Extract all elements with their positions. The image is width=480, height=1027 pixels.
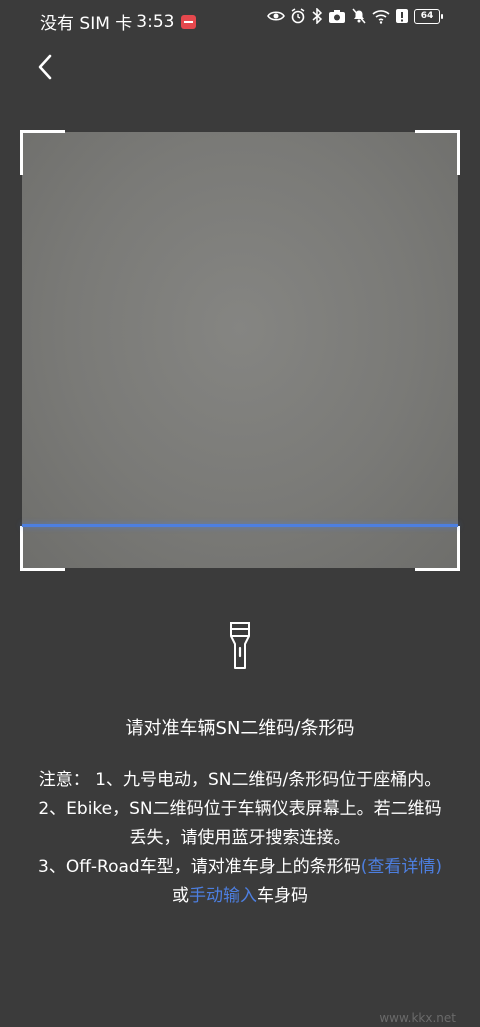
eye-icon	[267, 11, 285, 21]
mute-icon	[352, 8, 366, 24]
status-icons: 64	[267, 8, 443, 24]
camera-icon	[329, 9, 345, 23]
notes-or: 或	[172, 886, 189, 906]
flashlight-button[interactable]	[222, 620, 258, 672]
notes-suffix: 车身码	[257, 886, 308, 906]
status-bar: 没有 SIM 卡 3:53 64	[0, 0, 480, 38]
clock: 3:53	[136, 11, 175, 32]
notes-line-3: 3、Off-Road车型，请对准车身上的条形码	[38, 857, 361, 877]
alert-icon	[396, 9, 408, 23]
alarm-icon	[291, 8, 305, 24]
bluetooth-icon	[312, 8, 323, 24]
scan-frame-corner-top-right	[415, 130, 460, 175]
battery-icon: 64	[414, 8, 443, 24]
scan-frame-corner-bottom-left	[20, 526, 65, 571]
scan-instruction: 请对准车辆SN二维码/条形码	[125, 718, 355, 739]
carrier-text: 没有 SIM 卡	[40, 14, 133, 34]
chevron-left-icon	[38, 54, 52, 80]
back-button[interactable]	[30, 50, 60, 84]
scan-frame-corner-bottom-right	[415, 526, 460, 571]
manual-input-link[interactable]: 手动输入	[189, 886, 257, 906]
notification-icon	[181, 14, 197, 29]
notes-line-1: 注意： 1、九号电动，SN二维码/条形码位于座桶内。 2、Ebike，SN二维码…	[38, 770, 442, 848]
notes-text: 注意： 1、九号电动，SN二维码/条形码位于座桶内。 2、Ebike，SN二维码…	[36, 766, 444, 911]
status-left: 没有 SIM 卡 3:53	[40, 9, 197, 34]
wifi-icon	[372, 9, 390, 24]
camera-preview	[22, 132, 458, 568]
view-details-link[interactable]: (查看详情)	[361, 857, 442, 877]
scan-line	[22, 524, 458, 527]
flashlight-icon	[230, 622, 250, 669]
watermark: www.kkx.net	[379, 1011, 456, 1025]
scan-frame-corner-top-left	[20, 130, 65, 175]
